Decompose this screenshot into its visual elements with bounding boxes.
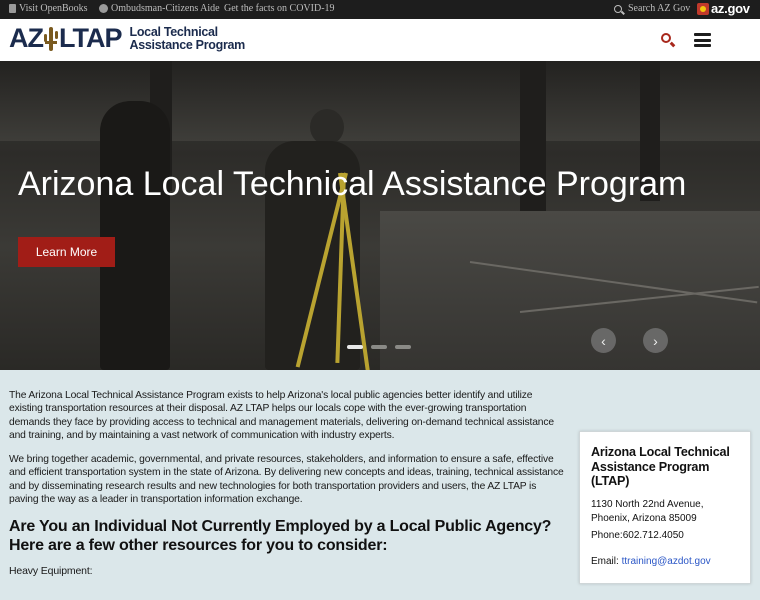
header-search-icon[interactable] <box>661 33 676 48</box>
logo-title: Local Technical Assistance Program <box>129 24 246 52</box>
carousel-indicators <box>347 345 411 349</box>
logo-az-text: AZ <box>9 23 44 53</box>
carousel-next-button[interactable]: › <box>643 328 668 353</box>
top-utility-bar: Visit OpenBooks Ombudsman-Citizens Aide … <box>0 0 760 19</box>
ombudsman-link[interactable]: Ombudsman-Citizens Aide <box>99 3 220 14</box>
ombudsman-label: Ombudsman-Citizens Aide <box>111 3 220 14</box>
contact-phone: Phone:602.712.4050 <box>591 529 684 541</box>
heavy-equipment-label: Heavy Equipment: <box>9 565 93 578</box>
contact-email-label: Email: <box>591 555 619 567</box>
carousel-dot[interactable] <box>395 345 411 349</box>
carousel-prev-button[interactable]: ‹ <box>591 328 616 353</box>
contact-card: Arizona Local Technical Assistance Progr… <box>579 431 751 584</box>
contact-email-link[interactable]: ttraining@azdot.gov <box>622 556 711 567</box>
site-header: AZ LTAP Local Technical Assistance Progr… <box>0 19 760 61</box>
resources-heading: Are You an Individual Not Currently Empl… <box>9 518 552 555</box>
main-content: The Arizona Local Technical Assistance P… <box>9 389 564 579</box>
contact-email-row: Email: ttraining@azdot.gov <box>591 555 739 569</box>
search-az-gov-link[interactable]: Search AZ Gov <box>614 3 690 14</box>
logo-title-line2: Assistance Program <box>129 37 246 52</box>
hero-carousel: Arizona Local Technical Assistance Progr… <box>0 61 760 370</box>
contact-title: Arizona Local Technical Assistance Progr… <box>591 445 730 488</box>
openbooks-link[interactable]: Visit OpenBooks <box>9 3 88 14</box>
logo-title-line1: Local Technical <box>129 24 219 39</box>
person-icon <box>99 4 108 13</box>
document-icon <box>9 4 16 13</box>
az-gov-label: az.gov <box>711 1 750 16</box>
chevron-right-icon: › <box>653 332 658 349</box>
mission-paragraph: We bring together academic, governmental… <box>9 454 564 506</box>
carousel-dot[interactable] <box>371 345 387 349</box>
chevron-left-icon: ‹ <box>601 332 606 349</box>
learn-more-button[interactable]: Learn More <box>18 237 115 267</box>
openbooks-label: Visit OpenBooks <box>19 3 88 14</box>
carousel-dot[interactable] <box>347 345 363 349</box>
menu-icon[interactable] <box>694 33 711 47</box>
logo-ltap-text: LTAP <box>59 23 122 53</box>
covid-label: Get the facts on COVID-19 <box>224 3 335 14</box>
search-az-gov-label: Search AZ Gov <box>628 3 691 14</box>
contact-address: 1130 North 22nd Avenue, Phoenix, Arizona… <box>591 498 704 524</box>
az-flag-icon <box>697 2 709 15</box>
search-icon <box>614 4 622 13</box>
cactus-icon <box>44 26 58 51</box>
az-gov-logo[interactable]: az.gov <box>697 1 750 16</box>
intro-paragraph: The Arizona Local Technical Assistance P… <box>9 390 554 441</box>
covid-link[interactable]: Get the facts on COVID-19 <box>224 3 335 14</box>
az-ltap-logo[interactable]: AZ LTAP Local Technical Assistance Progr… <box>9 25 245 52</box>
hero-title: Arizona Local Technical Assistance Progr… <box>18 165 687 203</box>
